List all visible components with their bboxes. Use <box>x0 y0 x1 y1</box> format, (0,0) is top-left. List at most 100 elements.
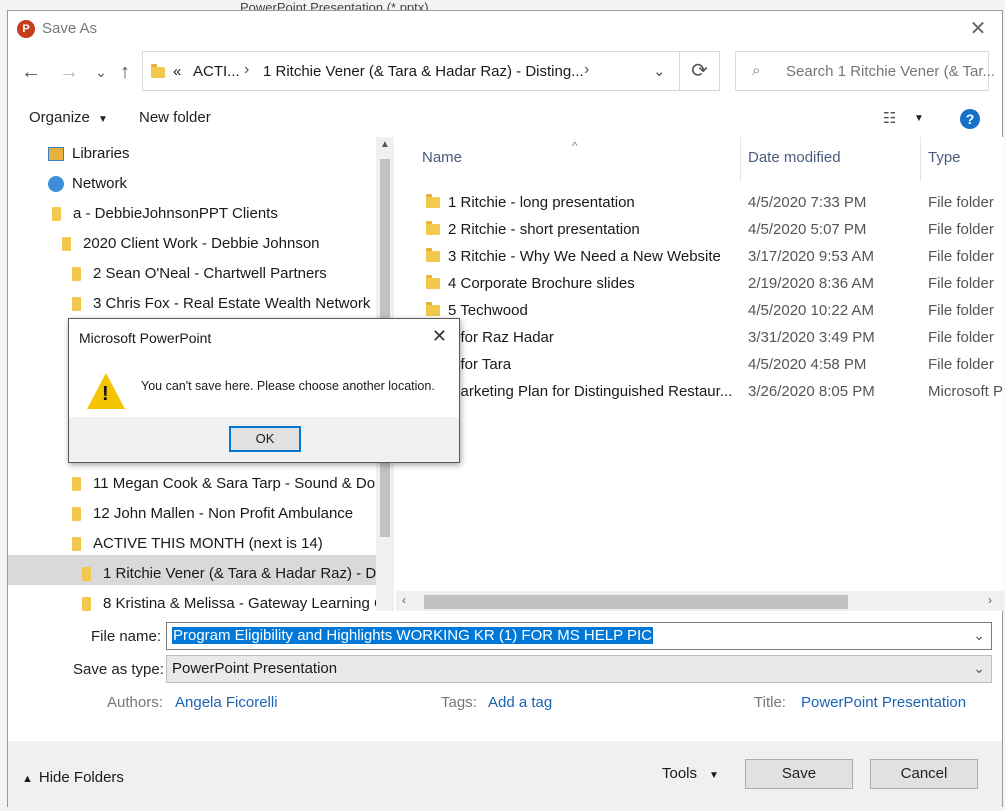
nav-folder[interactable]: a - DebbieJohnsonPPT Clients <box>52 199 278 229</box>
file-row[interactable]: 2 Ritchie - short presentation 4/5/2020 5… <box>396 216 1004 243</box>
command-bar: Organize ▼ New folder ☷ ▼ ? <box>8 103 1002 135</box>
nav-folder[interactable]: 8 Kristina & Melissa - Gateway Learning … <box>82 589 376 611</box>
folder-icon <box>426 275 440 289</box>
breadcrumb-overflow[interactable]: « <box>173 63 181 80</box>
nav-folder[interactable]: 12 John Mallen - Non Profit Ambulance <box>72 499 353 529</box>
nav-folder[interactable]: ACTIVE THIS MONTH (next is 14) <box>72 529 323 559</box>
column-header-type[interactable]: Type <box>928 149 961 166</box>
recent-locations-icon[interactable]: ⌄ <box>88 59 114 85</box>
file-row[interactable]: 4 Corporate Brochure slides 2/19/2020 8:3… <box>396 270 1004 297</box>
breadcrumb-segment[interactable]: ACTI... <box>193 63 240 80</box>
column-divider[interactable] <box>740 137 741 181</box>
save-as-type-select[interactable]: PowerPoint Presentation ⌄ <box>166 655 992 683</box>
tools-label: Tools <box>662 765 698 782</box>
nav-folder[interactable]: 2020 Client Work - Debbie Johnson <box>62 229 320 259</box>
folder-icon <box>82 567 91 582</box>
refresh-icon[interactable]: ⟳ <box>680 51 720 91</box>
chevron-down-icon[interactable]: ⌄ <box>973 627 985 644</box>
file-name: 1 Ritchie - long presentation <box>448 194 635 211</box>
file-row[interactable]: 7 for Tara 4/5/2020 4:58 PM File folder <box>396 351 1004 378</box>
file-name-input[interactable]: Program Eligibility and Highlights WORKI… <box>172 627 654 644</box>
file-type: File folder <box>928 356 994 373</box>
nav-folder[interactable]: 2 Sean O'Neal - Chartwell Partners <box>72 259 327 289</box>
save-as-type-label: Save as type: <box>73 661 164 678</box>
organize-label: Organize <box>29 109 90 126</box>
scroll-right-icon[interactable]: › <box>988 593 992 607</box>
forward-arrow-icon[interactable]: → <box>56 59 82 85</box>
file-date: 4/5/2020 4:58 PM <box>748 356 867 373</box>
folder-icon <box>72 297 81 312</box>
search-icon: ⌕ <box>752 62 761 79</box>
message-box-title: Microsoft PowerPoint <box>79 330 212 346</box>
message-box-body: ! You can't save here. Please choose ano… <box>69 357 459 417</box>
search-input[interactable]: Search 1 Ritchie Vener (& Tar... <box>786 63 995 80</box>
file-name: 4 Corporate Brochure slides <box>448 275 635 292</box>
column-header-name[interactable]: Name <box>422 149 462 166</box>
tools-button[interactable]: Tools ▼ <box>662 765 719 782</box>
scroll-left-icon[interactable]: ‹ <box>402 593 406 607</box>
chevron-right-icon[interactable]: › <box>584 61 589 79</box>
chevron-down-icon[interactable]: ⌄ <box>973 660 985 677</box>
file-row[interactable]: 6 for Raz Hadar 3/31/2020 3:49 PM File fol… <box>396 324 1004 351</box>
folder-icon <box>151 64 165 78</box>
folder-icon <box>426 302 440 316</box>
background-window-title: PowerPoint Presentation (*.pptx) <box>240 0 429 10</box>
cancel-button[interactable]: Cancel <box>870 759 978 789</box>
authors-label: Authors: <box>107 694 163 711</box>
column-header-date[interactable]: Date modified <box>748 149 841 166</box>
warning-exclamation: ! <box>102 383 109 405</box>
view-options-icon[interactable]: ☷ <box>883 109 896 127</box>
close-icon[interactable]: ✕ <box>964 16 992 42</box>
file-row[interactable]: 1 Ritchie - long presentation 4/5/2020 7:… <box>396 189 1004 216</box>
ok-button[interactable]: OK <box>229 426 301 452</box>
chevron-down-icon[interactable]: ⌄ <box>653 62 666 80</box>
nav-folder[interactable]: 3 Chris Fox - Real Estate Wealth Network <box>72 289 370 319</box>
nav-item-network[interactable]: Network <box>48 169 127 199</box>
folder-icon <box>426 221 440 235</box>
network-icon <box>48 176 64 193</box>
title-value[interactable]: PowerPoint Presentation <box>801 694 966 711</box>
tags-value[interactable]: Add a tag <box>488 694 552 711</box>
file-list: ^ Name Date modified Type 1 Ritchie - lo… <box>396 137 1004 611</box>
breadcrumb-segment[interactable]: 1 Ritchie Vener (& Tara & Hadar Raz) - D… <box>263 63 584 80</box>
nav-folder-selected[interactable]: 1 Ritchie Vener (& Tara & Hadar Raz) - D… <box>82 559 376 589</box>
view-dropdown-icon[interactable]: ▼ <box>914 113 924 124</box>
message-box-title-bar: Microsoft PowerPoint ✕ <box>69 319 459 357</box>
nav-item-label: Libraries <box>72 145 130 162</box>
hide-folders-button[interactable]: ▲ Hide Folders <box>22 769 124 786</box>
file-date: 3/31/2020 3:49 PM <box>748 329 875 346</box>
file-row[interactable]: 3 Ritchie - Why We Need a New Website 3/1… <box>396 243 1004 270</box>
file-date: 2/19/2020 8:36 AM <box>748 275 874 292</box>
help-icon[interactable]: ? <box>960 109 980 129</box>
file-date: 3/26/2020 8:05 PM <box>748 383 875 400</box>
column-divider[interactable] <box>920 137 921 181</box>
nav-folder[interactable]: 11 Megan Cook & Sara Tarp - Sound & Do <box>72 469 375 499</box>
organize-button[interactable]: Organize ▼ <box>29 109 108 126</box>
close-icon[interactable]: ✕ <box>432 326 447 347</box>
up-arrow-icon[interactable]: ↑ <box>112 59 138 85</box>
chevron-right-icon[interactable]: › <box>244 61 249 79</box>
file-list-scrollbar[interactable]: ‹ › <box>396 591 1004 611</box>
folder-icon <box>426 248 440 262</box>
authors-value[interactable]: Angela Ficorelli <box>175 694 278 711</box>
address-bar[interactable]: « ACTI... › 1 Ritchie Vener (& Tara & Ha… <box>142 51 680 91</box>
folder-icon <box>82 597 91 611</box>
save-button[interactable]: Save <box>745 759 853 789</box>
file-row[interactable]: Marketing Plan for Distinguished Restaur… <box>396 378 1004 405</box>
nav-item-label: Network <box>72 175 128 192</box>
new-folder-button[interactable]: New folder <box>139 109 211 126</box>
file-name-field[interactable]: Program Eligibility and Highlights WORKI… <box>166 622 992 650</box>
scroll-up-icon[interactable]: ▲ <box>380 139 390 150</box>
nav-item-libraries[interactable]: Libraries <box>48 139 130 169</box>
file-list-scrollbar-thumb[interactable] <box>424 595 848 609</box>
file-name-label: File name: <box>91 628 162 645</box>
file-type: File folder <box>928 302 994 319</box>
title-bar: P Save As ✕ <box>8 11 1002 47</box>
file-type: File folder <box>928 194 994 211</box>
libraries-icon <box>48 147 64 162</box>
search-box[interactable]: ⌕ Search 1 Ritchie Vener (& Tar... <box>735 51 995 91</box>
back-arrow-icon[interactable]: ← <box>18 59 44 85</box>
file-row[interactable]: 5 Techwood 4/5/2020 10:22 AM File folder <box>396 297 1004 324</box>
nav-item-label: 11 Megan Cook & Sara Tarp - Sound & Do <box>93 475 376 492</box>
file-type: File folder <box>928 275 994 292</box>
